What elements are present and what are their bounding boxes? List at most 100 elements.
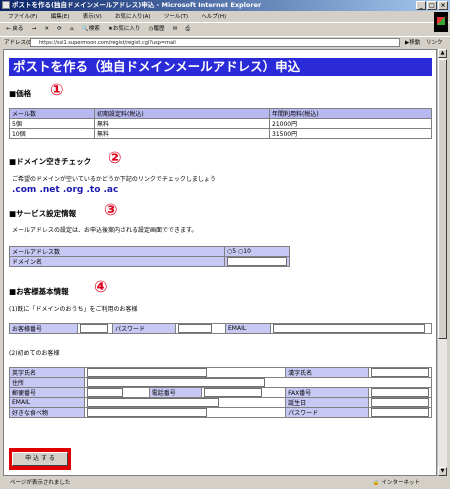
price-heading: ■価格 (9, 89, 32, 98)
name-en-label: 英字氏名 (8, 367, 86, 378)
step-2-marker: ② (108, 148, 122, 167)
price-header-annual: 年間利用料(税込) (269, 108, 432, 119)
zip-label: 郵便番号 (8, 387, 86, 398)
price-table: メール数 初期設定料(税込) 年間利用料(税込) 5個 無料 21000円 10… (9, 108, 432, 139)
domain-link-net[interactable]: .net (39, 185, 59, 195)
address-input-field[interactable] (87, 378, 266, 387)
vertical-scrollbar[interactable]: ▲ ▼ (437, 49, 447, 476)
domain-name-label: ドメイン名 (9, 256, 225, 267)
print-icon[interactable]: ⎙ (186, 26, 190, 32)
new-customer-heading: (2)初めてのお客様 (9, 350, 60, 357)
domain-link-org[interactable]: .org (63, 185, 83, 195)
page-content: ポストを作る（独自ドメインメールアドレス）申込 ■価格 ① メール数 初期設定料… (3, 49, 437, 476)
menu-help[interactable]: ヘルプ(H) (201, 14, 226, 20)
birthday-label: 誕生日 (285, 397, 369, 408)
domain-check-heading: ■ドメイン空きチェック (9, 157, 92, 166)
forward-button[interactable]: → (32, 26, 37, 32)
radio-5-label: 5 (232, 248, 237, 255)
windows-logo-icon (434, 12, 448, 32)
mail-count-label: メールアドレス数 (9, 246, 225, 257)
ie-icon (2, 1, 10, 9)
menu-edit[interactable]: 編集(E) (51, 14, 70, 20)
maximize-button[interactable]: □ (427, 1, 437, 10)
stop-icon[interactable]: ✕ (44, 26, 49, 32)
name-kanji-input[interactable] (371, 368, 429, 377)
zone-text: 🔒 インターネット (372, 480, 420, 486)
phone-input[interactable] (203, 388, 262, 397)
service-heading: ■サービス設定情報 (9, 209, 77, 218)
favorites-button[interactable]: ★お気に入り (108, 26, 140, 32)
phone-label: 電話番号 (148, 387, 202, 398)
name-en-input[interactable] (87, 368, 208, 377)
page-banner: ポストを作る（独自ドメインメールアドレス）申込 (9, 58, 432, 76)
close-button[interactable]: × (438, 1, 448, 10)
price-header-init: 初期設定料(税込) (94, 108, 270, 119)
fax-input[interactable] (371, 388, 429, 397)
existing-customer-table: お客様番号 パスワード EMAIL (9, 323, 432, 334)
step-1-marker: ① (50, 80, 64, 99)
existing-email-label: EMAIL (225, 323, 271, 334)
step-4-marker: ④ (94, 277, 108, 296)
status-text: ページが表示されました (10, 480, 71, 486)
new-customer-table: 英字氏名 漢字氏名 住所 郵便番号 電話番号 FAX番号 EMAIL 誕生日 好… (8, 367, 432, 418)
zip-input[interactable] (87, 388, 124, 397)
service-table: メールアドレス数 ○5 ○10 ドメイン名 (9, 246, 290, 267)
existing-password-label: パスワード (112, 323, 176, 334)
menu-file[interactable]: ファイル(F) (8, 14, 37, 20)
mail-icon[interactable]: ✉ (173, 26, 178, 32)
domain-name-input[interactable] (227, 257, 287, 266)
submit-button[interactable]: 申 込 す る (12, 452, 68, 466)
table-cell: 無料 (94, 128, 270, 139)
scroll-down-icon[interactable]: ▼ (438, 467, 447, 476)
birthday-input[interactable] (371, 398, 429, 407)
existing-email-input[interactable] (273, 324, 425, 333)
menu-favorites[interactable]: お気に入り(A) (115, 14, 151, 20)
email-input[interactable] (87, 398, 220, 407)
search-button[interactable]: 🔍検索 (82, 26, 100, 32)
menu-tools[interactable]: ツール(T) (164, 14, 188, 20)
service-desc: メールアドレスの設定は、お申込後案内される設定画面でできます。 (12, 227, 198, 234)
history-button[interactable]: ◷履歴 (149, 26, 165, 32)
existing-password-input[interactable] (178, 324, 212, 333)
step-3-marker: ③ (104, 200, 118, 219)
toolbar: ← 戻る → ✕ ⟳ ⌂ 🔍検索 ★お気に入り ◷履歴 ✉ ⎙ (0, 22, 432, 35)
domain-check-desc: ご希望のドメインが空いているかどうか下記のリンクでチェックしましょう (12, 176, 216, 183)
minimize-button[interactable]: _ (416, 1, 426, 10)
table-cell: 無料 (94, 118, 270, 129)
domain-links: .com .net .org .to .ac (12, 185, 118, 195)
customer-no-input[interactable] (80, 324, 108, 333)
existing-customer-heading: (1)既に「ドメインのおうち」をご利用のお客様 (9, 306, 138, 313)
customer-no-label: お客様番号 (9, 323, 78, 334)
table-cell: 31500円 (269, 128, 432, 139)
address-bar: アドレス(D) https://ssl1.supermoon.com/regis… (0, 36, 450, 49)
new-password-input[interactable] (371, 408, 429, 417)
title-bar: ポストを作る(独自ドメインメールアドレス)申込 - Microsoft Inte… (0, 0, 450, 11)
refresh-icon[interactable]: ⟳ (57, 26, 62, 32)
address-input[interactable]: https://ssl1.supermoon.com/regist/regist… (30, 38, 400, 47)
scroll-thumb[interactable] (438, 59, 447, 339)
mail-count-options: ○5 ○10 (224, 246, 290, 257)
email-label: EMAIL (8, 397, 86, 408)
submit-highlight: 申 込 す る (9, 448, 71, 470)
window-title: ポストを作る(独自ドメインメールアドレス)申込 - Microsoft Inte… (12, 1, 262, 9)
new-password-label: パスワード (285, 407, 369, 418)
fax-label: FAX番号 (285, 387, 369, 398)
customer-heading: ■お客様基本情報 (9, 287, 69, 296)
address-label: 住所 (8, 377, 86, 388)
domain-link-to[interactable]: .to (86, 185, 100, 195)
scroll-up-icon[interactable]: ▲ (438, 49, 447, 58)
domain-link-ac[interactable]: .ac (104, 185, 119, 195)
price-header-count: メール数 (9, 108, 95, 119)
home-icon[interactable]: ⌂ (70, 26, 74, 32)
status-bar: ページが表示されました 🔒 インターネット (0, 477, 450, 489)
menu-view[interactable]: 表示(V) (83, 14, 102, 20)
links-button[interactable]: リンク (426, 37, 443, 49)
back-button[interactable]: ← 戻る (6, 26, 23, 32)
domain-link-com[interactable]: .com (12, 185, 36, 195)
table-cell: 10個 (9, 128, 95, 139)
name-kanji-label: 漢字氏名 (285, 367, 369, 378)
food-label: 好きな食べ物 (8, 407, 86, 418)
radio-10-label: 10 (243, 248, 251, 255)
food-input[interactable] (87, 408, 208, 417)
go-button[interactable]: ▶移動 (405, 37, 420, 49)
